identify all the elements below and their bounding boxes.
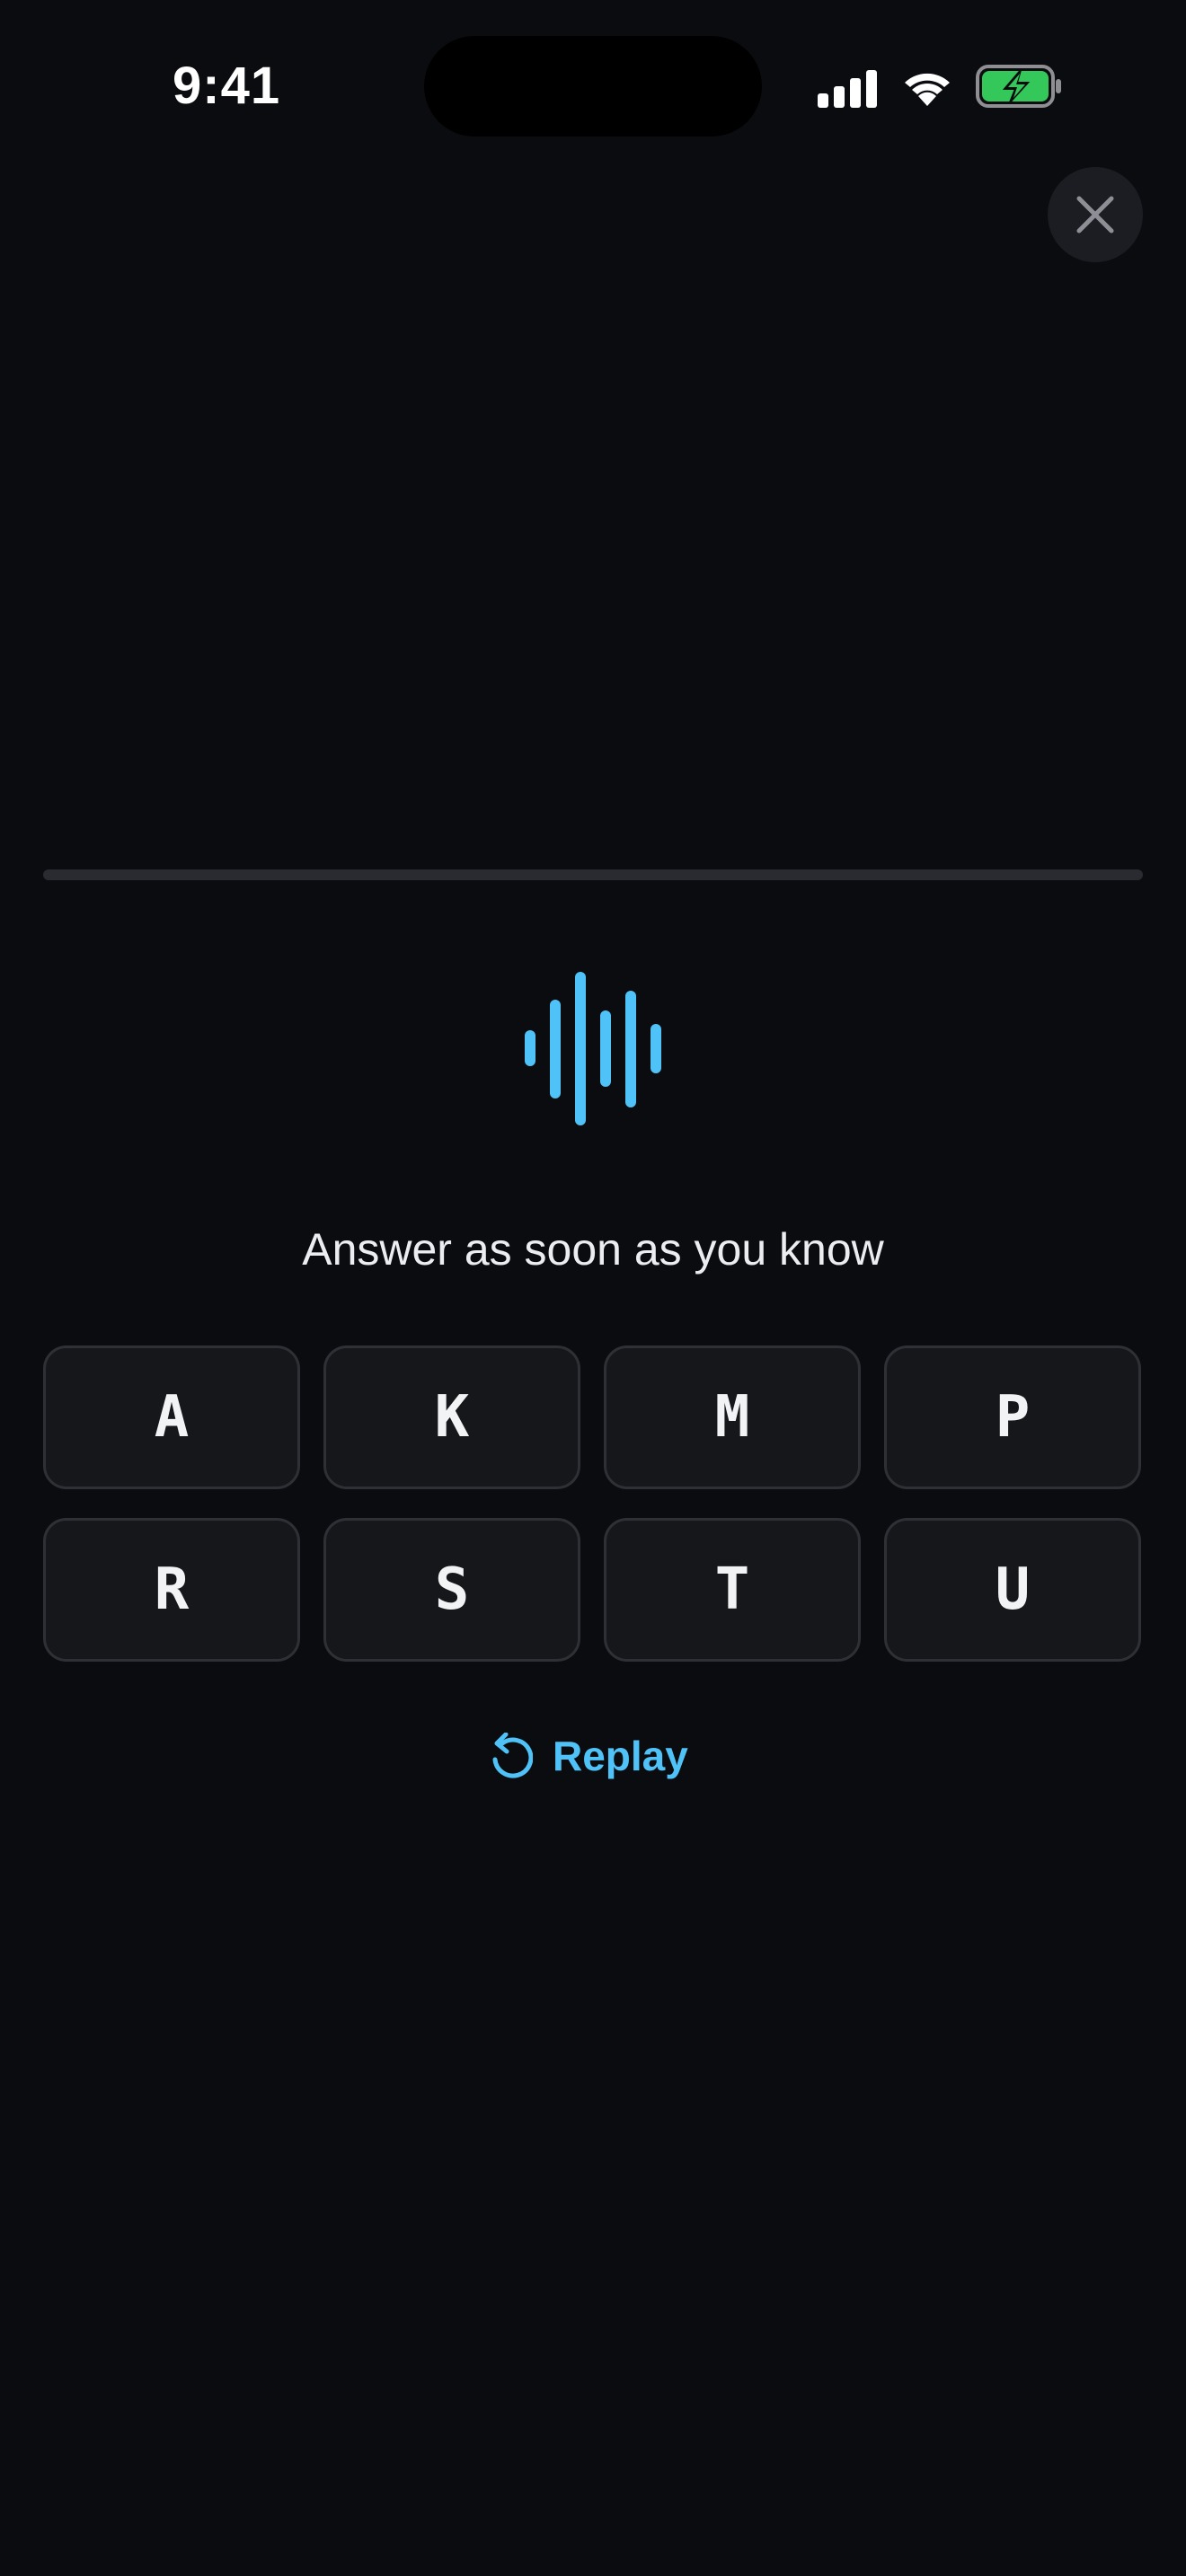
answer-key-grid: A K M P R S T U bbox=[43, 1345, 1143, 1662]
answer-key-m[interactable]: M bbox=[604, 1345, 861, 1489]
dynamic-island bbox=[424, 36, 762, 137]
status-time: 9:41 bbox=[173, 57, 281, 115]
answer-key-k[interactable]: K bbox=[323, 1345, 580, 1489]
answer-key-r[interactable]: R bbox=[43, 1518, 300, 1662]
status-icons bbox=[818, 65, 1078, 110]
replay-button[interactable]: Replay bbox=[490, 1720, 688, 1792]
answer-key-p[interactable]: P bbox=[884, 1345, 1141, 1489]
answer-key-t[interactable]: T bbox=[604, 1518, 861, 1662]
answer-key-a[interactable]: A bbox=[43, 1345, 300, 1489]
replay-icon bbox=[492, 1733, 533, 1778]
replay-label: Replay bbox=[553, 1733, 688, 1779]
answer-key-s[interactable]: S bbox=[323, 1518, 580, 1662]
progress-bar bbox=[43, 869, 1143, 880]
close-icon bbox=[1076, 196, 1114, 234]
instruction-text: Answer as soon as you know bbox=[302, 1224, 884, 1275]
close-button[interactable] bbox=[1048, 167, 1143, 262]
status-bar: 9:41 bbox=[0, 0, 1186, 180]
cellular-signal-icon bbox=[818, 70, 877, 108]
answer-key-u[interactable]: U bbox=[884, 1518, 1141, 1662]
waveform-icon bbox=[525, 972, 661, 1125]
battery-charging-icon bbox=[976, 65, 1061, 108]
wifi-icon bbox=[905, 73, 950, 106]
